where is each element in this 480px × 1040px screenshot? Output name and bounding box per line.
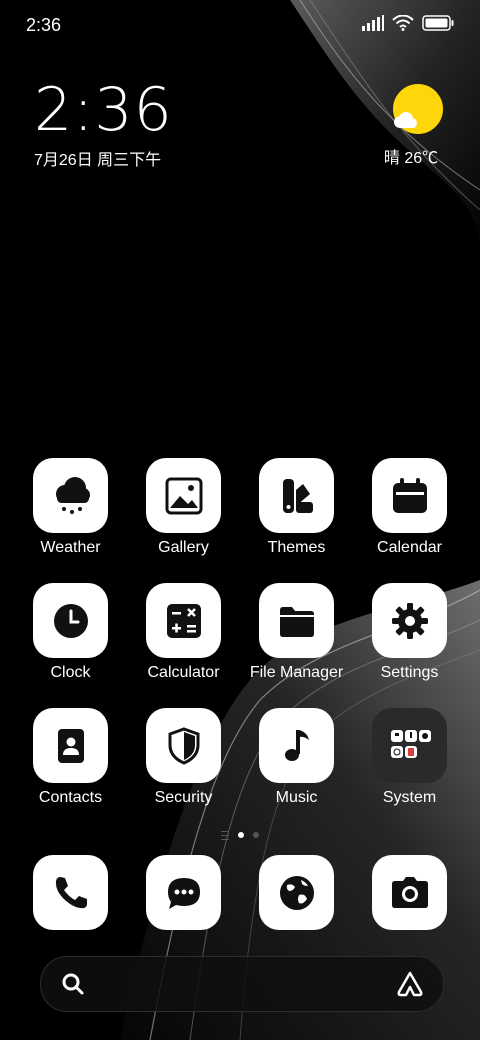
weather-widget[interactable]: 晴 26℃ xyxy=(384,84,444,168)
app-calculator[interactable]: Calculator xyxy=(127,583,240,682)
app-label: Calculator xyxy=(147,664,220,681)
app-calendar[interactable]: Calendar xyxy=(353,458,466,557)
palette-icon xyxy=(259,458,334,533)
status-time: 2:36 xyxy=(26,15,62,35)
calculator-icon xyxy=(146,583,221,658)
phone-icon xyxy=(33,855,108,930)
gear-icon xyxy=(372,583,447,658)
app-label: Gallery xyxy=(158,539,209,556)
widget-time: 2:36 xyxy=(34,75,173,145)
sun-with-cloud-icon xyxy=(392,84,444,134)
app-system-folder[interactable]: System xyxy=(353,708,466,807)
calendar-icon xyxy=(372,458,447,533)
page-dot-active[interactable] xyxy=(238,832,244,838)
dock-messages[interactable] xyxy=(127,855,240,930)
app-list-indicator[interactable] xyxy=(221,830,229,840)
app-label: System xyxy=(382,789,437,806)
app-music[interactable]: Music xyxy=(240,708,353,807)
app-weather[interactable]: Weather xyxy=(14,458,127,557)
page-dot[interactable] xyxy=(253,832,259,838)
search-icon[interactable] xyxy=(61,972,85,996)
clock-widget[interactable]: 2:36 7月26日 周三下午 xyxy=(34,78,173,170)
camera-icon xyxy=(372,855,447,930)
dock-camera[interactable] xyxy=(353,855,466,930)
weather-summary: 晴 26℃ xyxy=(378,144,444,168)
status-icons xyxy=(362,15,454,31)
assistant-icon[interactable] xyxy=(395,970,425,998)
dock-browser[interactable] xyxy=(240,855,353,930)
search-bar[interactable] xyxy=(40,956,444,1012)
app-contacts[interactable]: Contacts xyxy=(14,708,127,807)
widget-date: 7月26日 周三下午 xyxy=(34,152,162,169)
message-icon xyxy=(146,855,221,930)
app-themes[interactable]: Themes xyxy=(240,458,353,557)
app-label: Security xyxy=(154,789,213,806)
cloud-snow-icon xyxy=(33,458,108,533)
app-label: Music xyxy=(275,789,318,806)
app-label: Weather xyxy=(40,539,101,556)
folder-icon xyxy=(259,583,334,658)
contacts-icon xyxy=(33,708,108,783)
globe-icon xyxy=(259,855,334,930)
app-label: Contacts xyxy=(38,789,103,806)
app-file-manager[interactable]: File Manager xyxy=(240,583,353,682)
app-label: File Manager xyxy=(249,664,344,681)
music-note-icon xyxy=(259,708,334,783)
clock-icon xyxy=(33,583,108,658)
app-label: Settings xyxy=(380,664,439,681)
folder-group-icon xyxy=(372,708,447,783)
status-bar: 2:36 xyxy=(0,0,480,50)
app-security[interactable]: Security xyxy=(127,708,240,807)
wifi-icon xyxy=(392,15,414,31)
app-label: Calendar xyxy=(377,539,442,556)
page-indicator[interactable] xyxy=(200,829,280,841)
app-label: Clock xyxy=(50,664,91,681)
app-clock[interactable]: Clock xyxy=(14,583,127,682)
shield-icon xyxy=(146,708,221,783)
dock-phone[interactable] xyxy=(14,855,127,930)
image-icon xyxy=(146,458,221,533)
weather-temperature: 26℃ xyxy=(404,150,439,167)
signal-icon xyxy=(362,15,384,31)
battery-icon xyxy=(422,15,454,31)
app-gallery[interactable]: Gallery xyxy=(127,458,240,557)
weather-condition: 晴 xyxy=(383,150,400,167)
app-label: Themes xyxy=(267,539,326,556)
app-settings[interactable]: Settings xyxy=(353,583,466,682)
